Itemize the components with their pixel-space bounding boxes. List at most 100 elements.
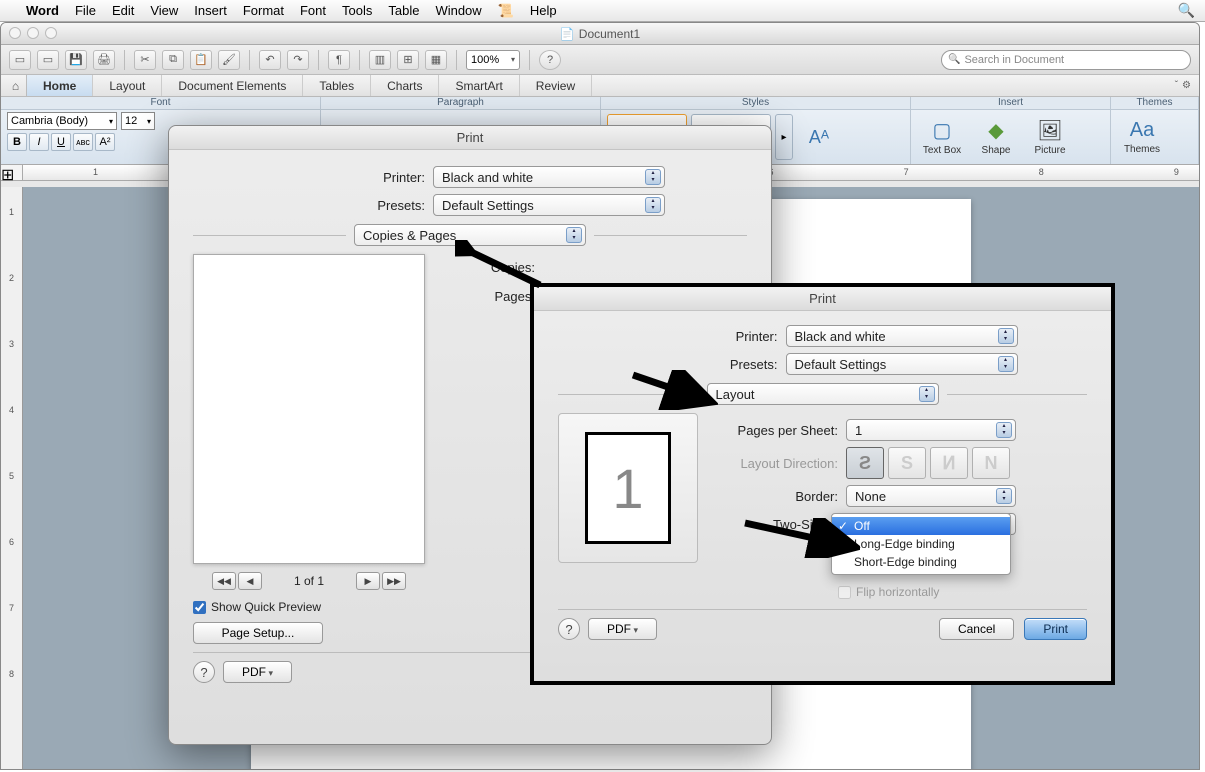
section-select-2[interactable]: Layout▴▾ — [707, 383, 939, 405]
insert-textbox[interactable]: ▢Text Box — [917, 114, 967, 160]
cut-icon[interactable]: ✂ — [134, 50, 156, 70]
insert-shape[interactable]: ◆Shape — [971, 114, 1021, 160]
insert-picture[interactable]: 🖼Picture — [1025, 114, 1075, 160]
paste-icon[interactable]: 📋 — [190, 50, 212, 70]
presets-label-2: Presets: — [628, 357, 778, 372]
layout-dir-1[interactable]: Ƨ — [846, 447, 884, 479]
pdf-menu-button[interactable]: PDF — [223, 661, 292, 683]
styles-more-button[interactable]: ▸ — [775, 114, 793, 160]
two-sided-off[interactable]: Off — [832, 517, 1010, 535]
group-insert-label: Insert — [911, 97, 1110, 110]
ruler-corner[interactable]: ⊞ — [1, 165, 23, 180]
tab-layout[interactable]: Layout — [93, 75, 162, 96]
layout-dir-4[interactable]: N — [972, 447, 1010, 479]
border-label: Border: — [718, 489, 838, 504]
pdf-menu-button-2[interactable]: PDF — [588, 618, 657, 640]
menu-help[interactable]: Help — [530, 3, 557, 18]
vertical-ruler: 12345678 — [1, 187, 23, 769]
window-title: Document1 — [579, 27, 640, 41]
flip-horizontal-check[interactable]: Flip horizontally — [838, 585, 939, 599]
menu-insert[interactable]: Insert — [194, 3, 227, 18]
presets-label: Presets: — [275, 198, 425, 213]
open-icon[interactable]: ▭ — [37, 50, 59, 70]
prev-page-button[interactable]: ◀ — [238, 572, 262, 590]
two-sided-long-edge[interactable]: Long-Edge binding — [832, 535, 1010, 553]
presets-select-2[interactable]: Default Settings▴▾ — [786, 353, 1018, 375]
printer-label: Printer: — [275, 170, 425, 185]
print-button-2[interactable]: Print — [1024, 618, 1087, 640]
page-info: 1 of 1 — [294, 574, 324, 588]
underline-button[interactable]: U — [51, 133, 71, 151]
tab-charts[interactable]: Charts — [371, 75, 439, 96]
printer-select-2[interactable]: Black and white▴▾ — [786, 325, 1018, 347]
toolbox-icon[interactable]: ⊞ — [397, 50, 419, 70]
tab-doc-elements[interactable]: Document Elements — [162, 75, 303, 96]
app-name[interactable]: Word — [26, 3, 59, 18]
superscript-button[interactable]: A² — [95, 133, 115, 151]
show-quick-preview-check[interactable]: Show Quick Preview — [193, 600, 321, 614]
ribbon-right-controls[interactable]: ˇ⚙ — [1175, 75, 1199, 96]
save-icon[interactable]: 💾 — [65, 50, 87, 70]
printer-select[interactable]: Black and white▴▾ — [433, 166, 665, 188]
menu-format[interactable]: Format — [243, 3, 284, 18]
page-setup-button[interactable]: Page Setup... — [193, 622, 323, 644]
format-painter-icon[interactable]: 🖌 — [218, 50, 240, 70]
gallery-icon[interactable]: ▦ — [425, 50, 447, 70]
pilcrow-icon[interactable]: ¶ — [328, 50, 350, 70]
cancel-button-2[interactable]: Cancel — [939, 618, 1014, 640]
menu-table[interactable]: Table — [388, 3, 419, 18]
tab-home[interactable]: Home — [27, 75, 93, 96]
strike-button[interactable]: ᴀʙᴄ — [73, 133, 93, 151]
bold-button[interactable]: B — [7, 133, 27, 151]
layout-dir-2[interactable]: S — [888, 447, 926, 479]
zoom-select[interactable]: 100% — [466, 50, 520, 70]
styles-pane-button[interactable]: Aᴬ — [801, 127, 837, 148]
undo-icon[interactable]: ↶ — [259, 50, 281, 70]
tab-smartart[interactable]: SmartArt — [439, 75, 519, 96]
document-icon: 📄 — [560, 27, 575, 41]
font-name-select[interactable]: Cambria (Body) — [7, 112, 117, 130]
help-icon[interactable]: ? — [539, 50, 561, 70]
search-input[interactable]: Search in Document — [941, 50, 1191, 70]
layout-direction-label: Layout Direction: — [718, 456, 838, 471]
printer-label-2: Printer: — [628, 329, 778, 344]
print-icon[interactable]: 🖨 — [93, 50, 115, 70]
menu-tools[interactable]: Tools — [342, 3, 372, 18]
presets-select[interactable]: Default Settings▴▾ — [433, 194, 665, 216]
menu-file[interactable]: File — [75, 3, 96, 18]
help-button[interactable]: ? — [193, 661, 215, 683]
menu-script-icon[interactable]: 📜 — [498, 3, 514, 19]
home-icon[interactable]: ⌂ — [5, 75, 27, 96]
font-size-select[interactable]: 12 — [121, 112, 155, 130]
next-page-button[interactable]: ▶ — [356, 572, 380, 590]
italic-button[interactable]: I — [29, 133, 49, 151]
section-select[interactable]: Copies & Pages▴▾ — [354, 224, 586, 246]
redo-icon[interactable]: ↷ — [287, 50, 309, 70]
menu-font[interactable]: Font — [300, 3, 326, 18]
pps-label: Pages per Sheet: — [718, 423, 838, 438]
new-doc-icon[interactable]: ▭ — [9, 50, 31, 70]
mac-menubar: Word File Edit View Insert Format Font T… — [0, 0, 1205, 22]
group-styles-label: Styles — [601, 97, 910, 110]
group-font-label: Font — [1, 97, 320, 110]
menu-edit[interactable]: Edit — [112, 3, 134, 18]
first-page-button[interactable]: ◀◀ — [212, 572, 236, 590]
last-page-button[interactable]: ▶▶ — [382, 572, 406, 590]
themes-button[interactable]: AaThemes — [1117, 114, 1167, 160]
group-paragraph-label: Paragraph — [321, 97, 600, 110]
sidebar-icon[interactable]: ▥ — [369, 50, 391, 70]
pps-select[interactable]: 1▴▾ — [846, 419, 1016, 441]
tab-review[interactable]: Review — [520, 75, 592, 96]
menu-view[interactable]: View — [150, 3, 178, 18]
traffic-lights[interactable] — [9, 27, 57, 39]
print-dialog-2: Print Printer: Black and white▴▾ Presets… — [530, 283, 1115, 685]
copies-label: Copies: — [445, 260, 535, 275]
help-button-2[interactable]: ? — [558, 618, 580, 640]
two-sided-short-edge[interactable]: Short-Edge binding — [832, 553, 1010, 571]
border-select[interactable]: None▴▾ — [846, 485, 1016, 507]
spotlight-icon[interactable]: 🔍 — [1178, 2, 1195, 19]
copy-icon[interactable]: ⧉ — [162, 50, 184, 70]
menu-window[interactable]: Window — [435, 3, 481, 18]
tab-tables[interactable]: Tables — [303, 75, 371, 96]
layout-dir-3[interactable]: Ͷ — [930, 447, 968, 479]
